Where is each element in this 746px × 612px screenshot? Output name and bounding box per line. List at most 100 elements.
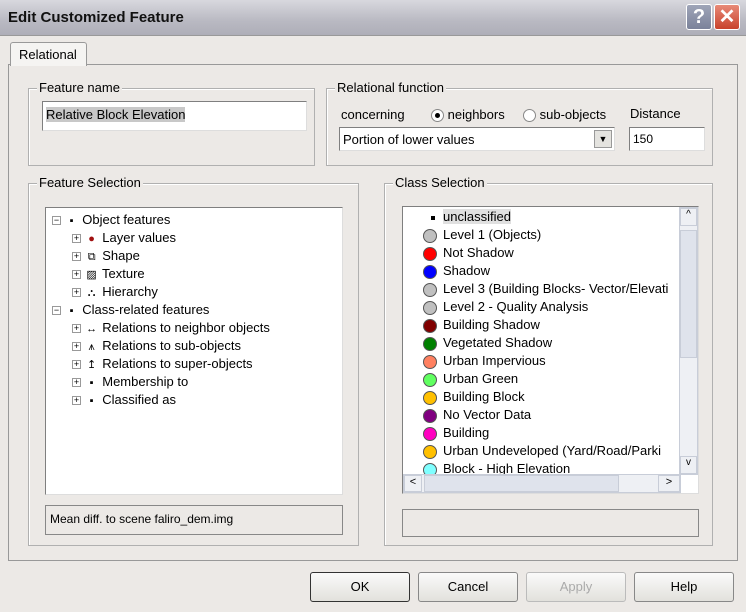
tree-item[interactable]: + ↥ Relations to super-objects xyxy=(72,355,253,373)
vertical-scrollbar[interactable]: ^ v xyxy=(679,207,698,475)
radio-subobjects[interactable]: sub-objects xyxy=(523,107,607,123)
tree-item[interactable]: + ↔ Relations to neighbor objects xyxy=(72,319,270,337)
class-item-label: Building Shadow xyxy=(443,317,540,332)
class-item[interactable]: Urban Undeveloped (Yard/Road/Parki xyxy=(423,442,661,460)
apply-button[interactable]: Apply xyxy=(526,572,626,602)
dropdown-arrow-icon[interactable]: ▼ xyxy=(594,130,612,148)
help-dialog-button[interactable]: Help xyxy=(634,572,734,602)
class-item-label: unclassified xyxy=(443,209,511,224)
scroll-down-icon[interactable]: v xyxy=(680,456,697,474)
expand-icon[interactable]: − xyxy=(52,306,61,316)
class-item[interactable]: Block - High Elevation xyxy=(423,460,570,475)
class-item-label: Shadow xyxy=(443,263,490,278)
horizontal-scroll-thumb[interactable] xyxy=(424,475,619,492)
class-item-label: Urban Undeveloped (Yard/Road/Parki xyxy=(443,443,661,458)
feature-name-label: Feature name xyxy=(37,80,122,95)
square-icon: ▪ xyxy=(89,377,94,389)
expand-icon[interactable]: + xyxy=(72,342,81,352)
class-color-icon xyxy=(423,444,437,459)
scroll-up-icon[interactable]: ^ xyxy=(680,208,697,226)
class-item[interactable]: Level 2 - Quality Analysis xyxy=(423,298,588,316)
expand-icon[interactable]: + xyxy=(72,270,81,280)
tree-item[interactable]: + ▪ Membership to xyxy=(72,373,188,391)
expand-icon[interactable]: + xyxy=(72,360,81,370)
class-item-label: Vegetated Shadow xyxy=(443,335,553,350)
expand-icon[interactable]: − xyxy=(52,216,61,226)
class-color-icon xyxy=(423,300,437,315)
class-item-label: Level 3 (Building Blocks- Vector/Elevati xyxy=(443,281,669,296)
tree-item[interactable]: + ● Layer values xyxy=(72,229,176,247)
class-item[interactable]: Shadow xyxy=(423,262,490,280)
shape-icon: ⧉ xyxy=(87,251,96,263)
class-color-icon xyxy=(423,318,437,333)
square-icon xyxy=(423,208,443,226)
close-button[interactable]: ✕ xyxy=(714,4,740,30)
tab-relational[interactable]: Relational xyxy=(10,42,87,66)
distance-label: Distance xyxy=(630,106,681,121)
tree-item[interactable]: − ▪ Class-related features xyxy=(52,301,209,319)
expand-icon[interactable]: + xyxy=(72,288,81,298)
class-color-icon xyxy=(423,426,437,441)
tree-item-label: Object features xyxy=(82,212,171,227)
tree-item-label: Membership to xyxy=(102,374,189,389)
expand-icon[interactable]: + xyxy=(72,234,81,244)
feature-selection-label: Feature Selection xyxy=(37,175,143,190)
tree-item-label: Relations to sub-objects xyxy=(102,338,241,353)
horizontal-scrollbar[interactable]: < > xyxy=(403,474,681,493)
selected-class-display xyxy=(402,509,699,537)
scroll-left-icon[interactable]: < xyxy=(404,475,422,492)
class-item-label: Building Block xyxy=(443,389,525,404)
sub-icon: ⩚ xyxy=(88,341,95,353)
class-list[interactable]: unclassified Level 1 (Objects) Not Shadow S… xyxy=(402,206,699,494)
distance-input[interactable]: 150 xyxy=(629,127,705,151)
super-icon: ↥ xyxy=(87,359,97,371)
feature-tree[interactable]: − ▪ Object features + ● Layer values + ⧉ S… xyxy=(45,207,343,495)
class-color-icon xyxy=(423,390,437,405)
help-button[interactable]: ? xyxy=(686,4,712,30)
class-color-icon xyxy=(423,336,437,351)
tree-item-label: Relations to neighbor objects xyxy=(102,320,270,335)
window-title: Edit Customized Feature xyxy=(8,9,184,26)
scroll-right-icon[interactable]: > xyxy=(658,475,680,492)
selected-feature-display: Mean diff. to scene faliro_dem.img xyxy=(45,505,343,535)
class-item[interactable]: Level 1 (Objects) xyxy=(423,226,541,244)
square-icon: ▪ xyxy=(69,215,74,227)
class-item[interactable]: Level 3 (Building Blocks- Vector/Elevati xyxy=(423,280,668,298)
neighbor-icon: ↔ xyxy=(86,323,98,335)
ok-button[interactable]: OK xyxy=(310,572,410,602)
radio-subobjects-label: sub-objects xyxy=(539,107,607,122)
class-color-icon xyxy=(423,264,437,279)
class-item[interactable]: Building Shadow xyxy=(423,316,540,334)
tree-item[interactable]: − ▪ Object features xyxy=(52,211,170,229)
class-item[interactable]: Vegetated Shadow xyxy=(423,334,552,352)
feature-name-input[interactable]: Relative Block Elevation xyxy=(42,101,307,131)
tree-item-label: Texture xyxy=(102,266,145,281)
class-item[interactable]: Not Shadow xyxy=(423,244,514,262)
concerning-label: concerning xyxy=(341,107,405,122)
tree-item[interactable]: + ▪ Classified as xyxy=(72,391,176,409)
class-item[interactable]: unclassified xyxy=(423,208,511,226)
hierarchy-icon: ⛬ xyxy=(87,287,96,299)
class-item[interactable]: Urban Green xyxy=(423,370,518,388)
radio-neighbors[interactable]: neighbors xyxy=(431,107,505,123)
class-item[interactable]: Building Block xyxy=(423,388,525,406)
tree-item[interactable]: + ⩚ Relations to sub-objects xyxy=(72,337,241,355)
tree-item-label: Class-related features xyxy=(82,302,210,317)
class-item[interactable]: Building xyxy=(423,424,489,442)
tree-item[interactable]: + ▨ Texture xyxy=(72,265,145,283)
expand-icon[interactable]: + xyxy=(72,252,81,262)
cancel-button[interactable]: Cancel xyxy=(418,572,518,602)
class-item[interactable]: Urban Impervious xyxy=(423,352,546,370)
expand-icon[interactable]: + xyxy=(72,378,81,388)
tree-item[interactable]: + ⛬ Hierarchy xyxy=(72,283,158,301)
class-item[interactable]: No Vector Data xyxy=(423,406,531,424)
class-item-label: No Vector Data xyxy=(443,407,532,422)
class-item-label: Building xyxy=(443,425,490,440)
texture-icon: ▨ xyxy=(86,269,97,281)
tree-item[interactable]: + ⧉ Shape xyxy=(72,247,140,265)
expand-icon[interactable]: + xyxy=(72,324,81,334)
expand-icon[interactable]: + xyxy=(72,396,81,406)
radio-neighbors-label: neighbors xyxy=(447,107,505,122)
function-dropdown[interactable]: Portion of lower values ▼ xyxy=(339,127,615,151)
vertical-scroll-thumb[interactable] xyxy=(680,230,697,358)
